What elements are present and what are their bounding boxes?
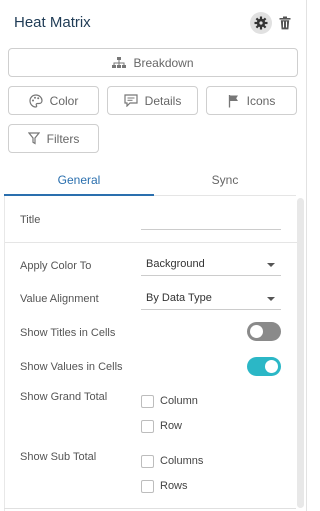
grand-total-row-checkbox[interactable]: Row — [141, 419, 261, 435]
show-values-in-cells-toggle[interactable] — [247, 357, 281, 376]
panel-title: Heat Matrix — [14, 14, 91, 31]
breakdown-label: Breakdown — [133, 55, 194, 70]
show-sub-total-label: Show Sub Total — [20, 451, 97, 463]
apply-color-to-value: Background — [146, 258, 205, 270]
palette-icon — [29, 93, 43, 108]
filter-icon — [27, 132, 40, 145]
grand-total-column-checkbox[interactable]: Column — [141, 394, 261, 410]
chevron-down-icon — [267, 263, 275, 267]
filters-button[interactable]: Filters — [8, 124, 99, 153]
filters-label: Filters — [46, 131, 80, 146]
breakdown-button[interactable]: Breakdown — [8, 48, 298, 77]
show-titles-in-cells-toggle[interactable] — [247, 322, 281, 341]
trash-icon — [279, 16, 291, 30]
checkbox-label: Row — [160, 420, 183, 432]
value-alignment-select[interactable]: By Data Type — [141, 288, 281, 310]
show-grand-total-label: Show Grand Total — [20, 391, 108, 403]
panel-header: Heat Matrix — [14, 12, 294, 34]
checkbox-box — [141, 420, 154, 433]
color-button[interactable]: Color — [8, 86, 99, 115]
apply-color-to-select[interactable]: Background — [141, 254, 281, 276]
settings-panel: Heat Matrix Breakdown Color Details Icon… — [0, 0, 307, 511]
apply-color-to-label: Apply Color To — [20, 260, 92, 272]
color-label: Color — [49, 93, 79, 108]
vertical-scrollbar[interactable] — [297, 198, 304, 508]
show-titles-in-cells-label: Show Titles in Cells — [20, 327, 116, 339]
breakdown-icon — [112, 56, 127, 68]
settings-button[interactable] — [250, 12, 272, 34]
title-input[interactable] — [141, 229, 281, 230]
toggle-knob — [265, 360, 278, 373]
divider — [4, 508, 296, 509]
toggle-knob — [250, 325, 263, 338]
value-alignment-label: Value Alignment — [20, 293, 99, 305]
checkbox-label: Column — [160, 395, 198, 407]
checkbox-label: Rows — [160, 480, 188, 492]
details-label: Details — [144, 93, 182, 108]
details-icon — [124, 94, 138, 107]
sub-total-columns-checkbox[interactable]: Columns — [141, 454, 261, 470]
tab-sync[interactable]: Sync — [154, 168, 296, 196]
tab-bar: General Sync — [4, 168, 296, 196]
title-label: Title — [20, 214, 41, 226]
details-button[interactable]: Details — [107, 86, 198, 115]
icons-label: Icons — [246, 93, 276, 108]
divider — [5, 242, 297, 243]
sub-total-rows-checkbox[interactable]: Rows — [141, 479, 261, 495]
delete-button[interactable] — [276, 13, 294, 33]
flag-icon — [228, 94, 238, 107]
show-values-in-cells-label: Show Values in Cells — [20, 361, 123, 373]
checkbox-label: Columns — [160, 455, 204, 467]
tab-general[interactable]: General — [4, 168, 154, 196]
checkbox-box — [141, 395, 154, 408]
icons-button[interactable]: Icons — [206, 86, 297, 115]
chevron-down-icon — [267, 297, 275, 301]
value-alignment-value: By Data Type — [146, 292, 212, 304]
checkbox-box — [141, 455, 154, 468]
general-settings: Title Apply Color To Background Value Al… — [4, 196, 297, 511]
gear-icon — [254, 16, 268, 30]
checkbox-box — [141, 480, 154, 493]
